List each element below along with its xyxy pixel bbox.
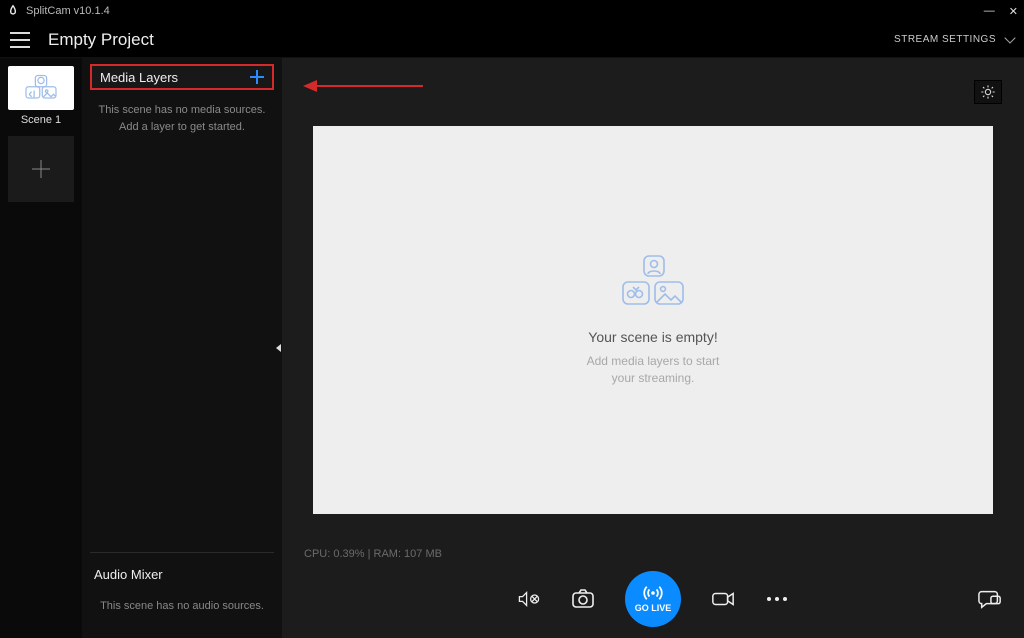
app-header: Empty Project STREAM SETTINGS (0, 22, 1024, 58)
empty-scene-title: Your scene is empty! (588, 329, 717, 345)
app-title: SplitCam v10.1.4 (26, 5, 110, 17)
media-layers-title: Media Layers (100, 70, 178, 85)
system-stats: CPU: 0.39% | RAM: 107 MB (282, 544, 1024, 560)
go-live-button[interactable]: GO LIVE (625, 571, 681, 627)
empty-scene-icon (617, 254, 689, 315)
triangle-left-icon (276, 344, 281, 352)
add-layer-button[interactable] (250, 70, 264, 84)
snapshot-button[interactable] (571, 587, 595, 611)
plus-icon (32, 160, 50, 178)
menu-icon[interactable] (10, 32, 30, 48)
bottom-toolbar: GO LIVE (282, 560, 1024, 638)
record-button[interactable] (711, 587, 735, 611)
more-button[interactable] (765, 587, 789, 611)
chevron-down-icon (1004, 32, 1015, 43)
layers-panel: Media Layers This scene has no media sou… (82, 58, 282, 638)
titlebar: SplitCam v10.1.4 — ✕ (0, 0, 1024, 22)
media-layers-header: Media Layers (90, 64, 274, 90)
minimize-icon[interactable]: — (984, 5, 995, 18)
chat-button[interactable] (978, 587, 1002, 611)
stream-settings-button[interactable]: STREAM SETTINGS (894, 34, 1014, 45)
stream-settings-label: STREAM SETTINGS (894, 34, 996, 45)
more-icon (767, 597, 787, 601)
scene-label: Scene 1 (21, 114, 61, 126)
audio-mixer-title: Audio Mixer (82, 553, 282, 600)
brightness-button[interactable] (974, 80, 1002, 104)
media-layers-empty-text: This scene has no media sources. Add a l… (82, 98, 282, 135)
scene-item[interactable]: Scene 1 (8, 66, 74, 126)
add-scene-button[interactable] (8, 136, 74, 202)
app-logo-icon (6, 4, 20, 18)
close-icon[interactable]: ✕ (1009, 5, 1018, 18)
scene-thumbnail (8, 66, 74, 110)
scenes-panel: Scene 1 (0, 58, 82, 638)
scene-canvas[interactable]: Your scene is empty! Add media layers to… (313, 126, 993, 514)
audio-mixer-empty-text: This scene has no audio sources. (82, 600, 282, 638)
empty-scene-subtitle: Add media layers to start your streaming… (587, 353, 720, 387)
project-title: Empty Project (48, 30, 154, 50)
go-live-label: GO LIVE (635, 603, 672, 613)
volume-button[interactable] (517, 587, 541, 611)
preview-area: Your scene is empty! Add media layers to… (282, 58, 1024, 638)
